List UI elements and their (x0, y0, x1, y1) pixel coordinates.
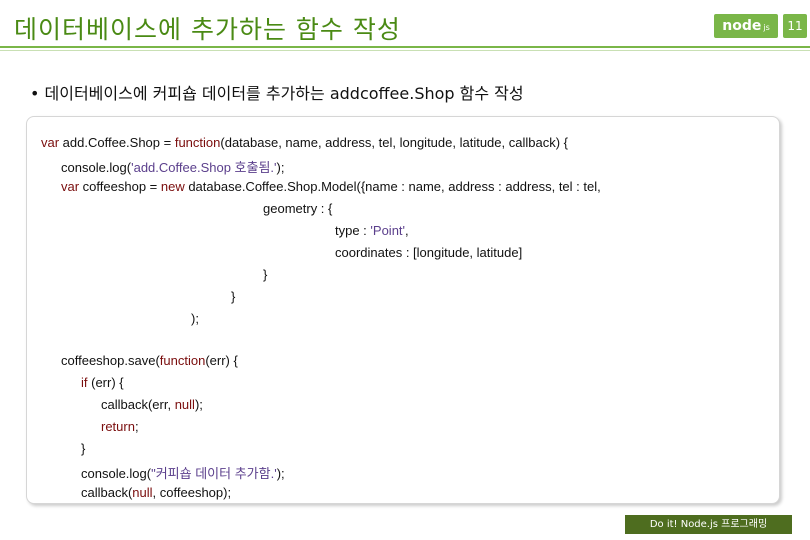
code-line-14: } (81, 441, 86, 456)
code-line-1: var add.Coffee.Shop = function(database,… (41, 135, 568, 150)
code-line-9: ); (191, 311, 199, 326)
code-line-7: } (263, 267, 268, 282)
logo-text: node (722, 18, 762, 34)
code-block: var add.Coffee.Shop = function(database,… (26, 116, 780, 504)
footer-book-title: Do it! Node.js 프로그래밍 (625, 515, 792, 534)
code-line-13: return; (101, 419, 139, 434)
bullet-text: • 데이터베이스에 커피숍 데이터를 추가하는 addcoffee.Shop 함… (30, 84, 524, 103)
header-divider-light (0, 50, 810, 51)
logo-suffix: js (763, 23, 770, 32)
code-line-16: callback(null, coffeeshop); (81, 485, 232, 500)
header-divider (0, 46, 810, 48)
page-number: 11 (783, 14, 807, 38)
code-line-2: console.log('add.Coffee.Shop 호출됨.'); (61, 160, 285, 175)
code-line-5: type : 'Point', (335, 223, 409, 238)
code-line-3: var coffeeshop = new database.Coffee.Sho… (61, 179, 601, 194)
code-line-10: coffeeshop.save(function(err) { (61, 353, 238, 368)
code-line-4: geometry : { (263, 201, 333, 216)
code-line-6: coordinates : [longitude, latitude] (335, 245, 523, 260)
code-line-12: callback(err, null); (101, 397, 203, 412)
code-line-8: } (231, 289, 236, 304)
code-line-11: if (err) { (81, 375, 124, 390)
nodejs-logo: node js (714, 14, 778, 38)
page-title: 데이터베이스에 추가하는 함수 작성 (14, 15, 401, 44)
code-line-15: console.log("커피숍 데이터 추가함.'); (81, 466, 285, 481)
